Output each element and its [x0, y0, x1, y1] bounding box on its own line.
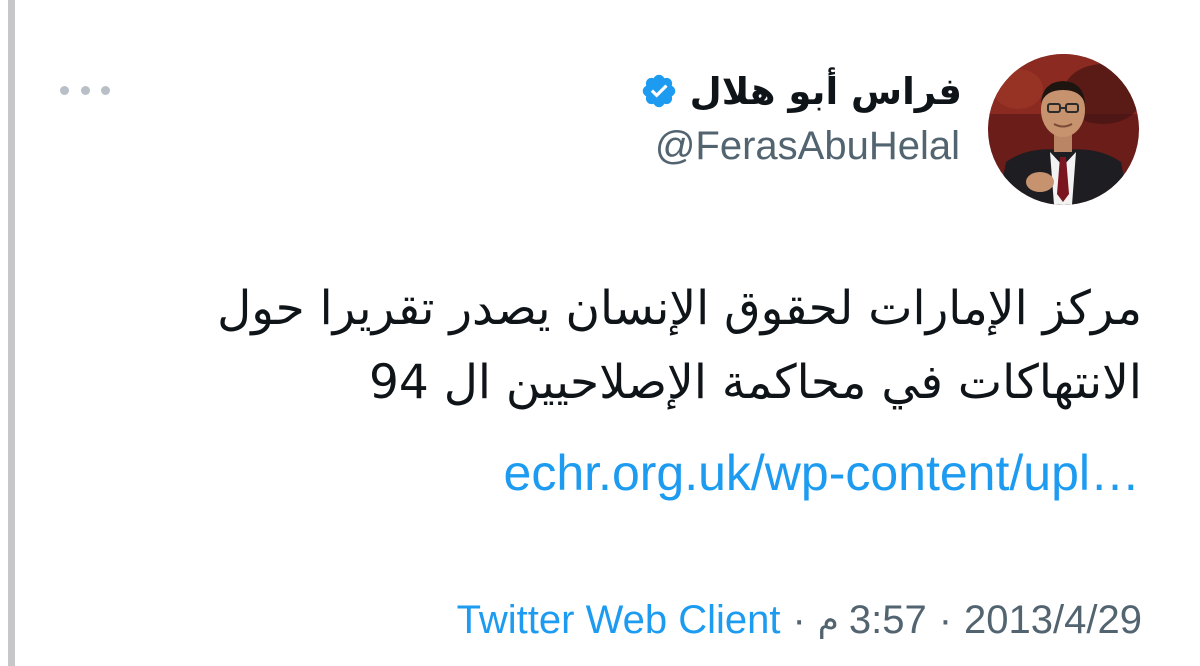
tweet-client[interactable]: Twitter Web Client	[457, 598, 781, 643]
more-dot	[80, 85, 90, 95]
tweet-ampm: م	[817, 600, 839, 640]
tweet-text: مركز الإمارات لحقوق الإنسان يصدر تقريرا …	[217, 281, 1142, 410]
more-options-icon	[60, 85, 69, 95]
author-name-row: فراس أبو هلال	[640, 66, 962, 116]
tweet-card: فراس أبو هلال @FerasAbuHelal مركز الإمار…	[0, 0, 1200, 666]
profile-photo-icon	[988, 54, 1139, 205]
meta-separator: ·	[938, 597, 953, 642]
meta-separator: ·	[792, 597, 806, 642]
author-name[interactable]: فراس أبو هلال	[690, 70, 962, 113]
verified-badge-icon	[640, 72, 678, 110]
author-handle[interactable]: @FerasAbuHelal	[655, 124, 960, 169]
more-options-button[interactable]	[60, 80, 110, 100]
tweet-time[interactable]: 3:57	[849, 598, 927, 643]
left-border	[8, 0, 15, 666]
tweet-link[interactable]: echr.org.uk/wp-content/upl…	[504, 444, 1140, 502]
more-dot	[101, 85, 110, 95]
avatar[interactable]	[988, 54, 1139, 205]
tweet-date[interactable]: 2013/4/29	[964, 598, 1142, 643]
tweet-meta: Twitter Web Client · م 3:57 · 2013/4/29	[457, 594, 1142, 646]
